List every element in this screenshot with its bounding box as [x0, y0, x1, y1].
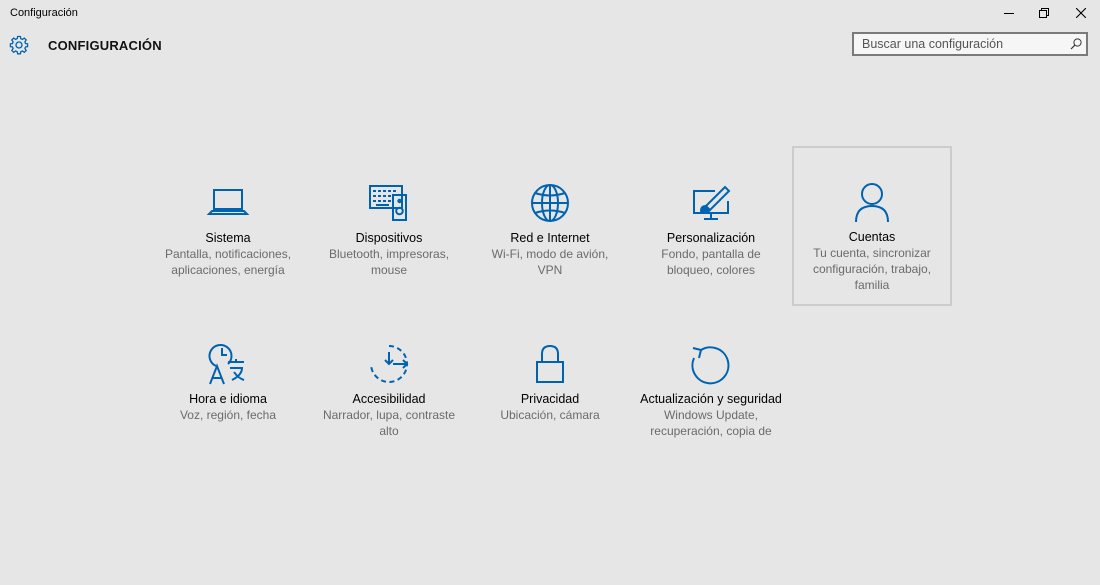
tile-hora-idioma[interactable]: Hora e idioma Voz, región, fecha — [148, 308, 308, 468]
page-header: CONFIGURACIÓN — [0, 30, 1100, 60]
accessibility-timer-icon — [367, 342, 411, 386]
lock-icon — [528, 342, 572, 386]
tile-title: Privacidad — [520, 392, 580, 406]
minimize-button[interactable] — [991, 0, 1027, 26]
tile-description: Tu cuenta, sincronizar configuración, tr… — [812, 246, 932, 292]
tile-description: Voz, región, fecha — [179, 408, 277, 422]
tile-red-internet[interactable]: Red e Internet Wi-Fi, modo de avión, VPN — [470, 147, 630, 307]
tile-description: Bluetooth, impresoras, mouse — [328, 247, 450, 277]
tile-description: Narrador, lupa, contraste alto — [322, 408, 456, 438]
tile-personalizacion[interactable]: Personalización Fondo, pantalla de bloqu… — [631, 147, 791, 307]
restore-button[interactable] — [1026, 0, 1062, 26]
tile-description: Windows Update, recuperación, copia de — [650, 408, 772, 438]
window-title: Configuración — [10, 7, 78, 19]
person-icon — [850, 180, 894, 224]
keyboard-speaker-icon — [367, 181, 411, 225]
close-icon — [1076, 8, 1086, 18]
tile-actualizacion-seguridad[interactable]: Actualización y seguridad Windows Update… — [631, 308, 791, 468]
tile-sistema[interactable]: Sistema Pantalla, notificaciones, aplica… — [148, 147, 308, 307]
settings-window: Configuración CONFIGURACIÓN Buscar una c… — [0, 0, 1100, 585]
close-button[interactable] — [1063, 0, 1099, 26]
paint-monitor-icon — [689, 181, 733, 225]
minimize-icon — [1004, 13, 1014, 14]
tile-description: Pantalla, notificaciones, aplicaciones, … — [164, 247, 292, 277]
tile-title: Dispositivos — [355, 231, 423, 245]
tile-description: Ubicación, cámara — [500, 408, 600, 422]
page-title: CONFIGURACIÓN — [48, 38, 162, 53]
tile-description: Wi-Fi, modo de avión, VPN — [491, 247, 609, 277]
tile-title: Accesibilidad — [352, 392, 426, 406]
tile-title: Actualización y seguridad — [640, 392, 782, 406]
tile-description: Fondo, pantalla de bloqueo, colores — [661, 247, 761, 277]
globe-icon — [528, 181, 572, 225]
tile-title: Sistema — [205, 231, 251, 245]
tile-title: Cuentas — [848, 230, 896, 244]
tile-cuentas[interactable]: Cuentas Tu cuenta, sincronizar configura… — [792, 146, 952, 306]
search-box[interactable] — [852, 32, 1088, 56]
tile-privacidad[interactable]: Privacidad Ubicación, cámara — [470, 308, 630, 468]
tile-dispositivos[interactable]: Dispositivos Bluetooth, impresoras, mous… — [309, 147, 469, 307]
tile-title: Red e Internet — [510, 231, 590, 245]
time-language-icon — [206, 342, 250, 386]
title-bar: Configuración — [0, 0, 1100, 26]
tile-title: Hora e idioma — [189, 392, 267, 406]
laptop-icon — [206, 181, 250, 225]
search-icon[interactable] — [1069, 37, 1083, 51]
gear-icon — [9, 35, 29, 55]
tile-accesibilidad[interactable]: Accesibilidad Narrador, lupa, contraste … — [309, 308, 469, 468]
restore-icon — [1039, 8, 1049, 18]
search-input[interactable] — [854, 34, 1072, 54]
tile-title: Personalización — [666, 231, 756, 245]
refresh-icon — [689, 342, 733, 386]
